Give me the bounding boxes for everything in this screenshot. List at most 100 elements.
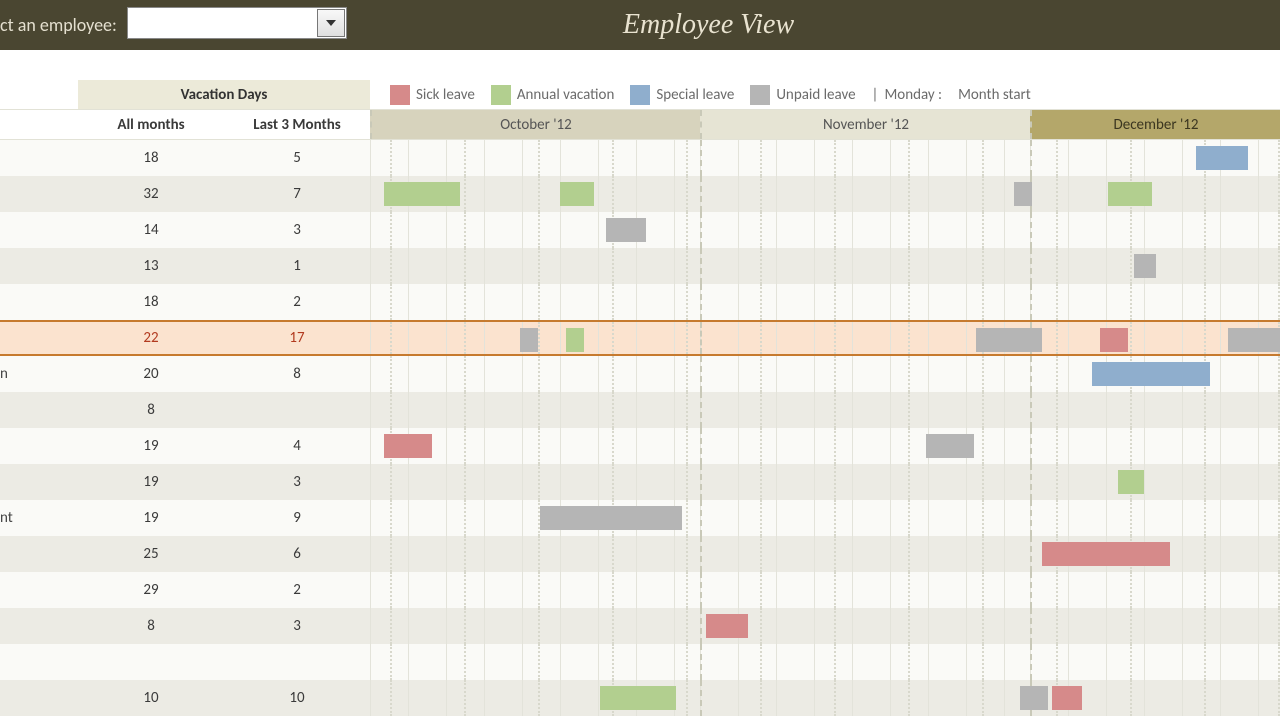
employee-name-cell: n <box>0 356 78 392</box>
employee-select[interactable] <box>127 7 347 43</box>
leave-bar-annual[interactable] <box>560 182 594 206</box>
months-header: October '12 November '12 December '12 <box>370 110 1280 139</box>
table-row[interactable]: 143 <box>0 212 1280 248</box>
employee-name-cell <box>0 392 78 428</box>
leave-bar-unpaid[interactable] <box>1020 686 1048 710</box>
legend-special: Special leave <box>630 85 734 105</box>
table-row[interactable]: 182 <box>0 284 1280 320</box>
table-row[interactable] <box>0 644 1280 680</box>
leave-bar-annual[interactable] <box>384 182 460 206</box>
table-row[interactable]: n208 <box>0 356 1280 392</box>
nums-header: All months Last 3 Months <box>78 110 370 139</box>
leave-bar-unpaid[interactable] <box>1228 328 1280 352</box>
nums-cell: 199 <box>78 500 370 536</box>
leave-bar-sick[interactable] <box>1042 542 1170 566</box>
nums-cell: 193 <box>78 464 370 500</box>
swatch-special-icon <box>630 85 650 105</box>
all-months-value: 32 <box>78 176 224 212</box>
all-months-value: 19 <box>78 428 224 464</box>
leave-bar-unpaid[interactable] <box>1134 254 1156 278</box>
table-row[interactable]: 1010 <box>0 680 1280 716</box>
leave-bar-unpaid[interactable] <box>520 328 538 352</box>
select-employee-label: ct an employee: <box>0 14 117 36</box>
gantt-cell <box>370 140 1280 176</box>
last3-value: 2 <box>224 284 370 320</box>
table-row[interactable]: 83 <box>0 608 1280 644</box>
month-oct: October '12 <box>370 110 700 139</box>
gantt-cell <box>370 428 1280 464</box>
leave-bar-sick[interactable] <box>1052 686 1082 710</box>
leave-bar-sick[interactable] <box>706 614 748 638</box>
all-months-value: 13 <box>78 248 224 284</box>
table-row[interactable]: 8 <box>0 392 1280 428</box>
table-row[interactable]: 185 <box>0 140 1280 176</box>
leave-bar-special[interactable] <box>1092 362 1210 386</box>
table-row[interactable]: 327 <box>0 176 1280 212</box>
legend-monday-label: Monday : <box>884 86 942 104</box>
employee-name-cell <box>0 140 78 176</box>
nums-cell: 83 <box>78 608 370 644</box>
table-row[interactable]: 194 <box>0 428 1280 464</box>
last3-value: 8 <box>224 356 370 392</box>
all-months-value <box>78 644 224 680</box>
employee-name-cell: nt <box>0 500 78 536</box>
table-row[interactable]: 256 <box>0 536 1280 572</box>
gantt-cell <box>370 680 1280 716</box>
last3-value: 6 <box>224 536 370 572</box>
table-row[interactable]: 292 <box>0 572 1280 608</box>
leave-bar-sick[interactable] <box>1100 328 1128 352</box>
all-months-value: 8 <box>78 608 224 644</box>
leave-bar-unpaid[interactable] <box>976 328 1042 352</box>
nums-cell: 1010 <box>78 680 370 716</box>
employee-name-cell <box>0 464 78 500</box>
vacation-days-header: Vacation Days <box>78 80 370 109</box>
nums-cell: 185 <box>78 140 370 176</box>
header-row-1: Vacation Days Sick leave Annual vacation… <box>0 80 1280 110</box>
leave-bar-unpaid[interactable] <box>926 434 974 458</box>
last3-value: 2 <box>224 572 370 608</box>
leave-bar-annual[interactable] <box>566 328 584 352</box>
employee-name-cell <box>0 680 78 716</box>
employee-name-cell <box>0 608 78 644</box>
gantt-cell <box>370 608 1280 644</box>
legend-unpaid: Unpaid leave <box>750 85 855 105</box>
all-months-value: 14 <box>78 212 224 248</box>
legend-annual: Annual vacation <box>491 85 615 105</box>
header-bar: ct an employee: Employee View <box>0 0 1280 50</box>
employee-name-cell <box>0 536 78 572</box>
gantt-cell <box>370 322 1280 354</box>
table-row[interactable]: 2217 <box>0 320 1280 356</box>
legend-annual-label: Annual vacation <box>517 86 615 104</box>
leave-bar-special[interactable] <box>1196 146 1248 170</box>
gantt-cell <box>370 536 1280 572</box>
all-months-value: 29 <box>78 572 224 608</box>
nums-cell: 8 <box>78 392 370 428</box>
leave-bar-annual[interactable] <box>1108 182 1152 206</box>
all-months-value: 19 <box>78 464 224 500</box>
table-row[interactable]: nt199 <box>0 500 1280 536</box>
gantt-cell <box>370 212 1280 248</box>
chevron-down-icon[interactable] <box>317 9 345 37</box>
leave-bar-unpaid[interactable] <box>540 506 682 530</box>
leave-bar-annual[interactable] <box>600 686 676 710</box>
last3-value: 3 <box>224 608 370 644</box>
gantt-cell <box>370 392 1280 428</box>
legend-sick: Sick leave <box>390 85 475 105</box>
gantt-cell <box>370 248 1280 284</box>
col-all-months: All months <box>78 110 224 139</box>
header-row-2: All months Last 3 Months October '12 Nov… <box>0 110 1280 140</box>
all-months-value: 25 <box>78 536 224 572</box>
nums-cell: 143 <box>78 212 370 248</box>
leave-bar-unpaid[interactable] <box>606 218 646 242</box>
leave-bar-unpaid[interactable] <box>1014 182 1032 206</box>
table-row[interactable]: 131 <box>0 248 1280 284</box>
all-months-value: 8 <box>78 392 224 428</box>
last3-value: 4 <box>224 428 370 464</box>
leave-bar-annual[interactable] <box>1118 470 1144 494</box>
last3-value: 3 <box>224 212 370 248</box>
employee-select-value[interactable] <box>127 7 347 39</box>
legend-special-label: Special leave <box>656 86 734 104</box>
table-row[interactable]: 193 <box>0 464 1280 500</box>
nums-cell: 194 <box>78 428 370 464</box>
leave-bar-sick[interactable] <box>384 434 432 458</box>
